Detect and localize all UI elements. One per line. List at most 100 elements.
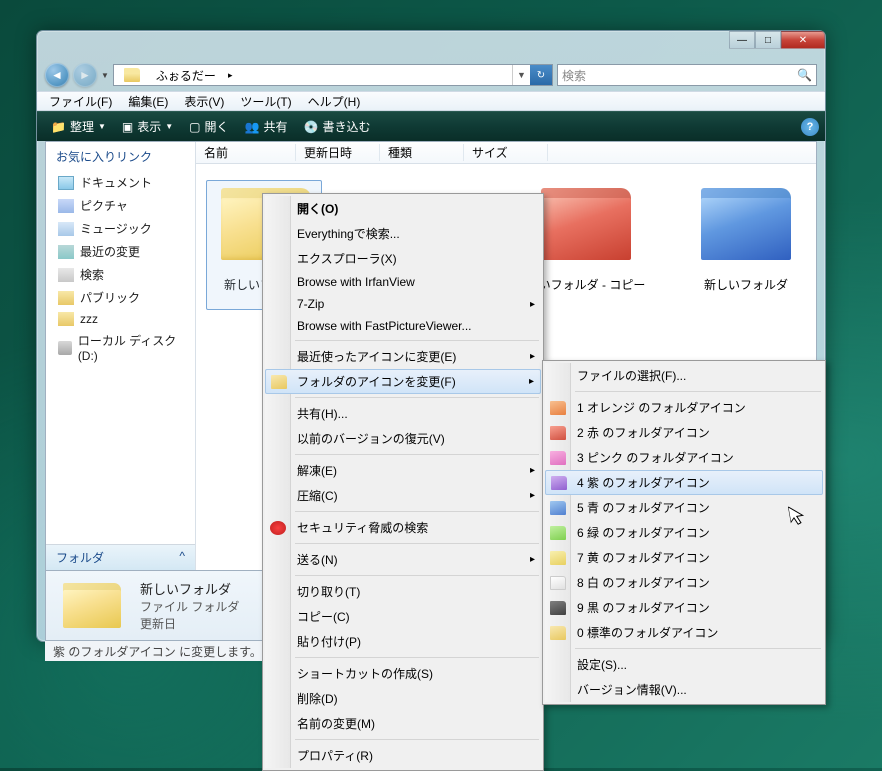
search-input[interactable]: 検索 🔍 — [557, 64, 817, 86]
column-headers: 名前 更新日時 種類 サイズ — [196, 142, 816, 164]
title-bar: — □ ✕ — [37, 31, 825, 59]
ctx-7zip[interactable]: 7-Zip — [265, 293, 541, 315]
disk-icon — [58, 341, 72, 355]
ctx-open[interactable]: 開く(O) — [265, 196, 541, 221]
ctx-delete[interactable]: 削除(D) — [265, 686, 541, 711]
toolbar-share[interactable]: 👥 共有 — [237, 118, 296, 135]
sidebar-music[interactable]: ミュージック — [54, 217, 187, 240]
details-date-label: 更新日 — [140, 615, 239, 632]
sidebar-localdisk[interactable]: ローカル ディスク (D:) — [54, 329, 187, 366]
toolbar-organize[interactable]: 📁 整理 ▼ — [43, 118, 114, 135]
sub-version[interactable]: バージョン情報(V)... — [545, 677, 823, 702]
sidebar-search[interactable]: 検索 — [54, 263, 187, 286]
sub-color-pink[interactable]: 3 ピンク のフォルダアイコン — [545, 445, 823, 470]
favorites-header: お気に入りリンク — [46, 142, 195, 171]
default-folder-icon — [550, 626, 566, 640]
close-button[interactable]: ✕ — [781, 31, 825, 49]
file-item[interactable]: しいフォルダ - コピー — [526, 180, 646, 293]
sidebar-pictures[interactable]: ピクチャ — [54, 194, 187, 217]
address-bar[interactable]: ふぉるだー ▸ ▼ ↻ — [113, 64, 553, 86]
ctx-paste[interactable]: 貼り付け(P) — [265, 629, 541, 654]
menu-help[interactable]: ヘルプ(H) — [300, 93, 369, 110]
ctx-compress[interactable]: 圧縮(C) — [265, 483, 541, 508]
ctx-rename[interactable]: 名前の変更(M) — [265, 711, 541, 736]
chevron-up-icon: ^ — [179, 549, 185, 566]
details-type: ファイル フォルダ — [140, 598, 239, 615]
menu-file[interactable]: ファイル(F) — [41, 93, 120, 110]
ctx-explorer[interactable]: エクスプローラ(X) — [265, 246, 541, 271]
sidebar-documents[interactable]: ドキュメント — [54, 171, 187, 194]
toolbar: 📁 整理 ▼ ▣ 表示 ▼ ▢ 開く 👥 共有 💿 書き込む ? — [37, 111, 825, 141]
sub-color-green[interactable]: 6 緑 のフォルダアイコン — [545, 520, 823, 545]
menu-view[interactable]: 表示(V) — [176, 93, 232, 110]
ctx-extract[interactable]: 解凍(E) — [265, 458, 541, 483]
menu-bar: ファイル(F) 編集(E) 表示(V) ツール(T) ヘルプ(H) — [37, 91, 825, 111]
sidebar-public[interactable]: パブリック — [54, 286, 187, 309]
ctx-copy[interactable]: コピー(C) — [265, 604, 541, 629]
folders-tree-header[interactable]: フォルダ^ — [46, 544, 195, 570]
pictures-icon — [58, 199, 74, 213]
sub-color-blue[interactable]: 5 青 のフォルダアイコン — [545, 495, 823, 520]
back-button[interactable]: ◄ — [45, 63, 69, 87]
ctx-irfanview[interactable]: Browse with IrfanView — [265, 271, 541, 293]
folder-icon — [58, 312, 74, 326]
col-name[interactable]: 名前 — [196, 144, 296, 161]
breadcrumb-segment[interactable]: ふぉるだー — [150, 65, 222, 85]
minimize-button[interactable]: — — [729, 31, 755, 49]
menu-tools[interactable]: ツール(T) — [232, 93, 299, 110]
address-dropdown[interactable]: ▼ — [512, 65, 530, 85]
yellow-folder-icon — [550, 551, 566, 565]
sub-color-white[interactable]: 8 白 のフォルダアイコン — [545, 570, 823, 595]
sub-color-purple[interactable]: 4 紫 のフォルダアイコン — [545, 470, 823, 495]
ctx-cut[interactable]: 切り取り(T) — [265, 579, 541, 604]
search-placeholder: 検索 — [562, 67, 586, 84]
maximize-button[interactable]: □ — [755, 31, 781, 49]
recent-icon — [58, 245, 74, 259]
navigation-row: ◄ ► ▼ ふぉるだー ▸ ▼ ↻ 検索 🔍 — [37, 59, 825, 91]
security-icon — [270, 521, 286, 535]
menu-edit[interactable]: 編集(E) — [120, 93, 176, 110]
ctx-security-scan[interactable]: セキュリティ脅威の検索 — [265, 515, 541, 540]
ctx-everything[interactable]: Everythingで検索... — [265, 221, 541, 246]
sub-color-black[interactable]: 9 黒 のフォルダアイコン — [545, 595, 823, 620]
music-icon — [58, 222, 74, 236]
ctx-change-folder-icon[interactable]: フォルダのアイコンを変更(F) — [265, 369, 541, 394]
red-folder-icon — [550, 426, 566, 440]
col-date[interactable]: 更新日時 — [296, 144, 380, 161]
context-menu-sub: ファイルの選択(F)... 1 オレンジ のフォルダアイコン 2 赤 のフォルダ… — [542, 360, 826, 705]
col-size[interactable]: サイズ — [464, 144, 548, 161]
details-name: 新しいフォルダ — [140, 579, 239, 598]
sub-color-default[interactable]: 0 標準のフォルダアイコン — [545, 620, 823, 645]
refresh-button[interactable]: ↻ — [530, 65, 552, 85]
toolbar-burn[interactable]: 💿 書き込む — [296, 118, 379, 135]
ctx-create-shortcut[interactable]: ショートカットの作成(S) — [265, 661, 541, 686]
ctx-send-to[interactable]: 送る(N) — [265, 547, 541, 572]
help-icon[interactable]: ? — [801, 118, 819, 136]
breadcrumb-arrow[interactable]: ▸ — [222, 65, 239, 85]
file-label: しいフォルダ - コピー — [526, 276, 646, 293]
ctx-recent-icon[interactable]: 最近使ったアイコンに変更(E) — [265, 344, 541, 369]
orange-folder-icon — [550, 401, 566, 415]
sub-select-file[interactable]: ファイルの選択(F)... — [545, 363, 823, 388]
sub-color-orange[interactable]: 1 オレンジ のフォルダアイコン — [545, 395, 823, 420]
sub-color-yellow[interactable]: 7 黄 のフォルダアイコン — [545, 545, 823, 570]
ctx-fastpicture[interactable]: Browse with FastPictureViewer... — [265, 315, 541, 337]
col-type[interactable]: 種類 — [380, 144, 464, 161]
document-icon — [58, 176, 74, 190]
ctx-previous-versions[interactable]: 以前のバージョンの復元(V) — [265, 426, 541, 451]
toolbar-views[interactable]: ▣ 表示 ▼ — [114, 118, 181, 135]
sub-settings[interactable]: 設定(S)... — [545, 652, 823, 677]
public-icon — [58, 291, 74, 305]
folder-icon — [271, 375, 287, 389]
sub-color-red[interactable]: 2 赤 のフォルダアイコン — [545, 420, 823, 445]
file-item[interactable]: 新しいフォルダ — [686, 180, 806, 293]
search-folder-icon — [58, 268, 74, 282]
ctx-properties[interactable]: プロパティ(R) — [265, 743, 541, 768]
sidebar-recent[interactable]: 最近の変更 — [54, 240, 187, 263]
sidebar-zzz[interactable]: zzz — [54, 309, 187, 329]
context-menu-main: 開く(O) Everythingで検索... エクスプローラ(X) Browse… — [262, 193, 544, 771]
file-label: 新しいフォルダ — [686, 276, 806, 293]
ctx-share[interactable]: 共有(H)... — [265, 401, 541, 426]
forward-button[interactable]: ► — [73, 63, 97, 87]
toolbar-open[interactable]: ▢ 開く — [181, 118, 236, 135]
